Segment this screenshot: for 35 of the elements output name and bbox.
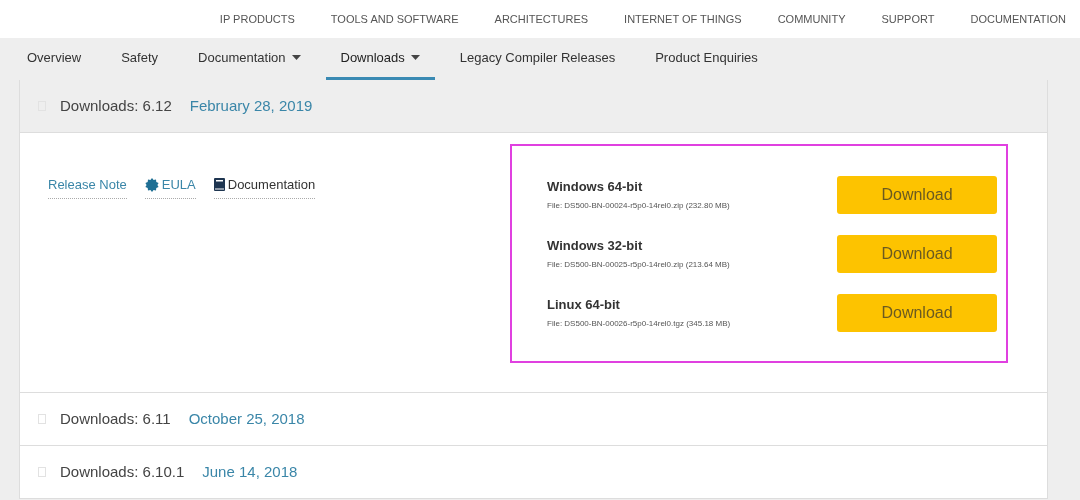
toggle-icon bbox=[38, 414, 46, 424]
doc-link[interactable]: Documentation bbox=[213, 175, 316, 199]
file-info: File: DS500-BN-00026-r5p0-14rel0.tgz (345.18 MB) bbox=[547, 318, 731, 331]
platform-name: Windows 64-bit bbox=[547, 177, 644, 196]
doc-link[interactable]: Release Note bbox=[48, 175, 127, 199]
book-icon bbox=[213, 178, 225, 192]
release-title: Downloads: 6.11 bbox=[60, 408, 171, 429]
nav-tab[interactable]: Overview bbox=[12, 38, 97, 80]
release-date[interactable]: June 14, 2018 bbox=[202, 460, 298, 484]
platform-name: Windows 32-bit bbox=[547, 236, 644, 255]
platform-name: Linux 64-bit bbox=[547, 295, 621, 314]
release-title: Downloads: 6.10.1 bbox=[60, 461, 185, 482]
download-button[interactable]: Download bbox=[837, 234, 997, 273]
doc-link[interactable]: EULA bbox=[144, 175, 196, 199]
release-date[interactable]: February 28, 2019 bbox=[189, 94, 313, 118]
file-info: File: DS500-BN-00024-r5p0-14rel0.zip (232.80 MB) bbox=[547, 200, 730, 213]
nav-link[interactable]: DOCUMENTATION bbox=[970, 10, 1066, 28]
nav-tab[interactable]: Product Enquiries bbox=[640, 38, 773, 80]
nav-link[interactable]: IP PRODUCTS bbox=[219, 10, 295, 28]
file-info: File: DS500-BN-00025-r5p0-14rel0.zip (213.64 MB) bbox=[547, 259, 730, 272]
nav-link[interactable]: INTERNET OF THINGS bbox=[624, 10, 742, 28]
badge-icon bbox=[144, 177, 159, 192]
nav-tab[interactable]: Legacy Compiler Releases bbox=[444, 38, 631, 80]
download-button[interactable]: Download bbox=[837, 175, 997, 214]
download-button[interactable]: Download bbox=[837, 293, 997, 332]
nav-tab[interactable]: Safety bbox=[106, 38, 174, 80]
nav-link[interactable]: COMMUNITY bbox=[777, 10, 846, 28]
release-title: Downloads: 6.12 bbox=[60, 95, 172, 116]
release-date[interactable]: October 25, 2018 bbox=[188, 407, 305, 431]
nav-link[interactable]: SUPPORT bbox=[881, 10, 935, 28]
nav-link[interactable]: TOOLS AND SOFTWARE bbox=[330, 10, 459, 28]
nav-tab[interactable]: Documentation bbox=[183, 38, 316, 80]
nav-link[interactable]: ARCHITECTURES bbox=[494, 10, 589, 28]
toggle-icon bbox=[38, 467, 46, 477]
release-header[interactable]: Downloads: 6.12 February 28, 2019 bbox=[20, 80, 1047, 133]
